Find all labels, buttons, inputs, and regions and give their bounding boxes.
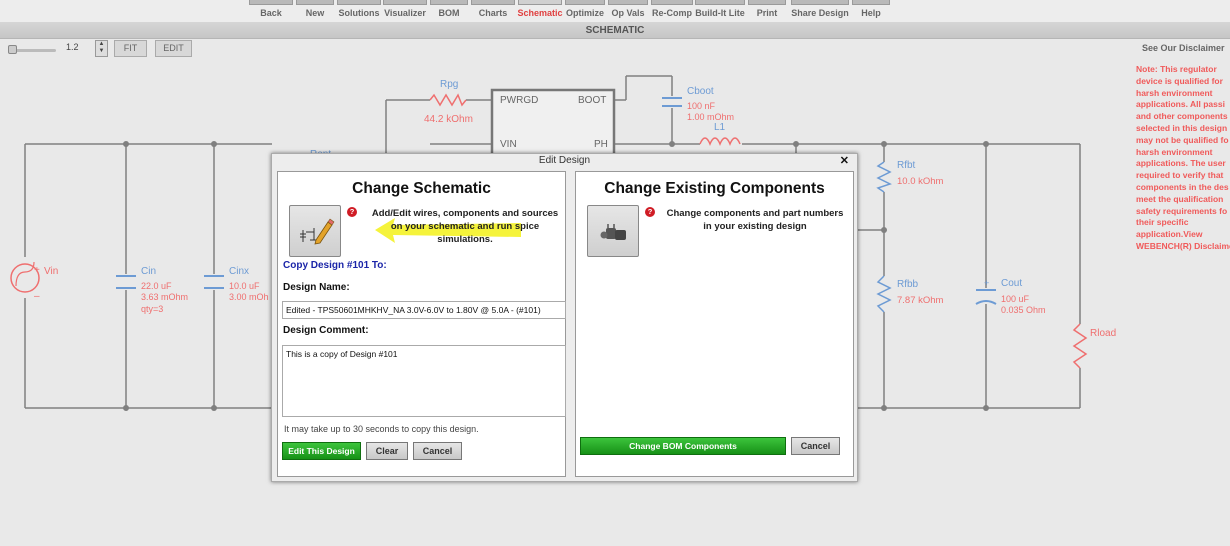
vin-name: Vin — [44, 266, 58, 277]
ic-pin-ph: PH — [594, 139, 608, 150]
toolbar-solutions-button[interactable]: Solutions — [336, 0, 382, 20]
rfbt-resistor[interactable] — [876, 161, 892, 193]
copy-design-label: Copy Design #101 To: — [283, 260, 387, 271]
cin-value-qty: qty=3 — [141, 304, 163, 314]
rfbb-value: 7.87 kOhm — [897, 295, 944, 306]
cout-name: Cout — [1001, 278, 1022, 289]
description-line: Add/Edit wires, components and sources — [371, 208, 559, 219]
toolbar-op-vals-button[interactable]: Op Vals — [607, 0, 649, 20]
cancel-button[interactable]: Cancel — [791, 437, 840, 455]
fit-button[interactable]: FIT — [114, 40, 147, 57]
rpg-resistor[interactable] — [429, 93, 467, 107]
copy-time-note: It may take up to 30 seconds to copy thi… — [284, 424, 479, 434]
close-icon[interactable]: ✕ — [840, 154, 849, 167]
toolbar-schematic-button[interactable]: Schematic — [517, 0, 563, 20]
zoom-stepper[interactable]: ▲ ▼ — [95, 40, 108, 57]
change-components-description: Change components and part numbers in yo… — [660, 207, 850, 233]
description-line: on your schematic and run spice — [390, 221, 540, 232]
toolbar-help-button[interactable]: Help — [851, 0, 891, 20]
edit-this-design-button[interactable]: Edit This Design — [282, 442, 361, 460]
components-icon — [600, 224, 626, 240]
design-name-label: Design Name: — [283, 282, 350, 293]
ic-pin-boot: BOOT — [578, 95, 606, 106]
cout-plate-bottom — [975, 300, 997, 305]
change-schematic-heading: Change Schematic — [352, 180, 491, 197]
toolbar-visualizer-button[interactable]: Visualizer — [382, 0, 428, 20]
qualification-note: Note: This regulator device is qualified… — [1136, 64, 1230, 251]
rpg-name: Rpg — [440, 79, 458, 90]
vin-plus: + — [34, 265, 40, 276]
edit-schematic-button[interactable] — [289, 205, 341, 257]
toolbar-share-design-button[interactable]: Share Design — [790, 0, 850, 20]
change-components-panel: Change Existing Components ? Change comp… — [575, 171, 854, 477]
design-name-input[interactable] — [282, 301, 566, 319]
toolbar-re-comp-button[interactable]: Re-Comp — [650, 0, 694, 20]
rfbt-value: 10.0 kOhm — [897, 176, 944, 187]
disclaimer-link[interactable]: See Our Disclaimer — [1142, 43, 1225, 53]
change-schematic-description: Add/Edit wires, components and sources o… — [366, 207, 564, 246]
cinx-value-esr: 3.00 mOh — [229, 292, 269, 302]
toolbar-charts-button[interactable]: Charts — [470, 0, 516, 20]
toolbar-back-button[interactable]: Back — [248, 0, 294, 20]
change-components-button[interactable] — [587, 205, 639, 257]
cout-plus: + — [984, 278, 989, 288]
dialog-title: Edit Design — [538, 155, 591, 166]
schematic-pencil-icon — [300, 218, 335, 245]
change-bom-components-button[interactable]: Change BOM Components — [580, 437, 786, 455]
cboot-name: Cboot — [687, 86, 714, 97]
vin-minus: – — [34, 291, 40, 302]
rload-name: Rload — [1090, 328, 1116, 339]
toolbar-optimize-button[interactable]: Optimize — [564, 0, 606, 20]
edit-button[interactable]: EDIT — [155, 40, 192, 57]
description-line: simulations. — [437, 234, 493, 245]
cout-value-esr: 0.035 Ohm — [1001, 305, 1046, 315]
l1-name: L1 — [714, 122, 726, 133]
ic-pin-vin: VIN — [500, 139, 517, 150]
change-schematic-panel: Change Schematic ? Add/Edit wires, compo… — [277, 171, 566, 477]
rfbb-resistor[interactable] — [876, 275, 892, 313]
rfbb-name: Rfbb — [897, 279, 919, 290]
description-line: Change components and part numbers — [666, 208, 844, 219]
zoom-value: 1.2 — [66, 42, 79, 52]
cinx-name: Cinx — [229, 266, 249, 277]
clear-button[interactable]: Clear — [366, 442, 408, 460]
cin-name: Cin — [141, 266, 156, 277]
rload-resistor[interactable] — [1072, 323, 1088, 369]
cancel-button[interactable]: Cancel — [413, 442, 462, 460]
help-icon[interactable]: ? — [347, 207, 357, 217]
design-comment-label: Design Comment: — [283, 325, 369, 336]
main-toolbar: Back New Solutions Visualizer BOM Charts… — [0, 0, 1230, 22]
toolbar-bom-button[interactable]: BOM — [429, 0, 469, 20]
zoom-slider-handle[interactable] — [8, 45, 17, 54]
change-components-heading: Change Existing Components — [604, 180, 825, 197]
cinx-value-cap: 10.0 uF — [229, 281, 260, 291]
edit-design-dialog: Edit Design ✕ Change Schematic ? Add/Edi… — [271, 153, 858, 482]
cboot-value-cap: 100 nF — [687, 101, 716, 111]
toolbar-new-button[interactable]: New — [295, 0, 335, 20]
page-title: SCHEMATIC — [0, 22, 1230, 39]
l1-inductor[interactable] — [699, 137, 741, 146]
cin-value-esr: 3.63 mOhm — [141, 292, 188, 302]
design-comment-input[interactable]: This is a copy of Design #101 — [282, 345, 566, 417]
toolbar-print-button[interactable]: Print — [747, 0, 787, 20]
zoom-controls: 1.2 ▲ ▼ FIT EDIT — [0, 39, 1130, 61]
cin-value-cap: 22.0 uF — [141, 281, 172, 291]
cout-value-cap: 100 uF — [1001, 294, 1030, 304]
rfbt-name: Rfbt — [897, 160, 916, 171]
ic-pin-pwrgd: PWRGD — [500, 95, 538, 106]
help-icon[interactable]: ? — [645, 207, 655, 217]
description-line: in your existing design — [703, 221, 807, 232]
rpg-value: 44.2 kOhm — [424, 114, 473, 125]
toolbar-build-it-lite-button[interactable]: Build-It Lite — [694, 0, 746, 20]
cboot-value-esr: 1.00 mOhm — [687, 112, 734, 122]
